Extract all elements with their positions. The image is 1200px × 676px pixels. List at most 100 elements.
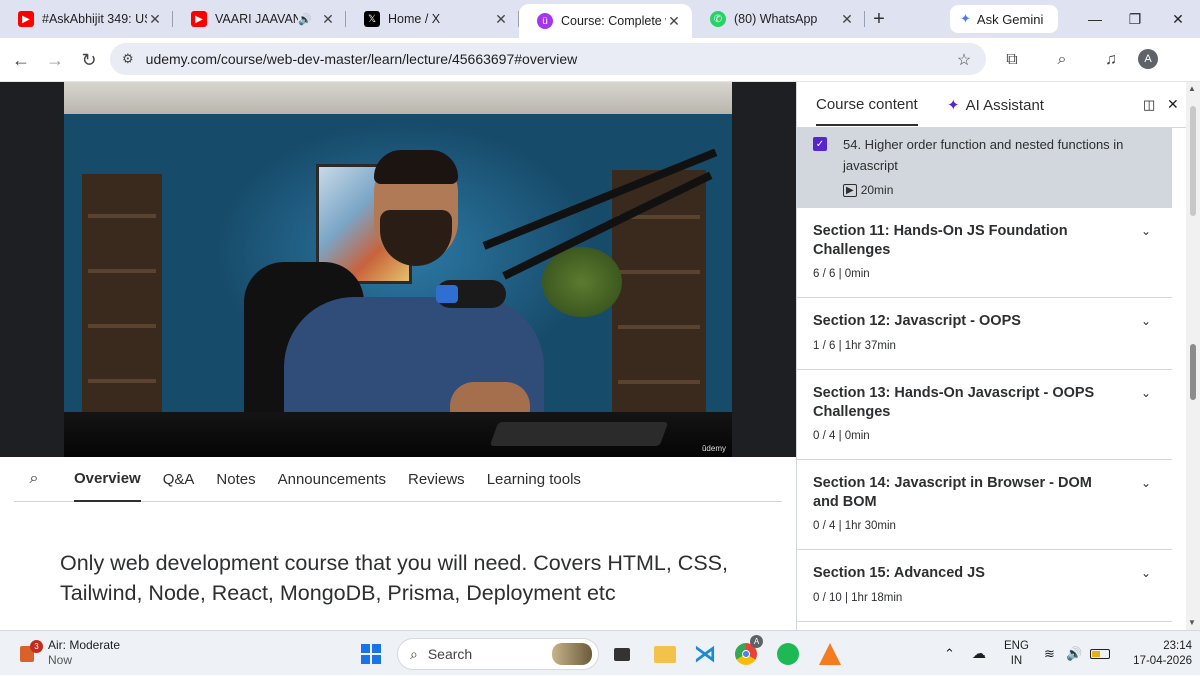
whatsapp-icon: ✆ — [710, 11, 726, 27]
close-icon[interactable]: ✕ — [147, 11, 163, 28]
tab-ai-assistant[interactable]: ✦ AI Assistant — [947, 96, 1044, 115]
speaker-icon[interactable]: 🔊 — [298, 13, 312, 26]
search-highlight-image — [552, 643, 592, 665]
section-title: Section 14: Javascript in Browser - DOM … — [813, 475, 1092, 510]
restore-button[interactable]: ❐ — [1115, 0, 1155, 38]
wifi-icon[interactable]: ≋ — [1044, 631, 1055, 676]
chevron-down-icon[interactable]: ⌄ — [1138, 223, 1154, 239]
onedrive-icon[interactable]: ☁ — [972, 631, 986, 676]
new-tab-button[interactable]: + — [865, 0, 893, 38]
task-view-icon[interactable] — [607, 639, 637, 669]
microphone-ring — [436, 285, 458, 303]
udemy-icon: ü — [537, 13, 553, 29]
windows-taskbar: 3 Air: Moderate Now ⌕ Search ⋊ A ⌃ ☁ ENG… — [0, 630, 1200, 675]
scroll-down-icon[interactable]: ▼ — [1188, 618, 1196, 627]
section-item[interactable]: Section 15: Advanced JS 0 / 10 | 1hr 18m… — [797, 550, 1172, 622]
chevron-down-icon[interactable]: ⌄ — [1138, 313, 1154, 329]
spotify-icon[interactable] — [773, 639, 803, 669]
lecture-tabs: ⌕ Overview Q&A Notes Announcements Revie… — [14, 457, 782, 502]
section-item[interactable]: Section 14: Javascript in Browser - DOM … — [797, 460, 1172, 550]
show-hidden-icons[interactable]: ⌃ — [944, 631, 955, 676]
lecture-complete-checkbox[interactable]: ✓ — [813, 137, 827, 151]
section-item[interactable]: Section 12: Javascript - OOPS 1 / 6 | 1h… — [797, 298, 1172, 370]
chevron-down-icon[interactable]: ⌄ — [1138, 475, 1154, 491]
video-scene-keyboard — [489, 422, 669, 446]
clock-date: 17-04-2026 — [1133, 655, 1192, 667]
tab-overview[interactable]: Overview — [74, 457, 141, 502]
expand-panel-icon[interactable]: ◫ — [1143, 97, 1155, 113]
battery-icon[interactable] — [1090, 631, 1110, 676]
video-frame[interactable]: ûdemy — [64, 82, 732, 457]
section-meta: 6 / 6 | 0min — [813, 268, 870, 280]
gemini-label: Ask Gemini — [976, 11, 1044, 27]
profile-avatar[interactable]: A — [1138, 49, 1158, 69]
volume-icon[interactable]: 🔊 — [1066, 631, 1082, 676]
system-clock[interactable]: 23:14 17-04-2026 — [1122, 639, 1192, 669]
search-icon[interactable]: ⌕ — [14, 457, 54, 502]
current-lecture-item[interactable]: ✓ 54. Higher order function and nested f… — [797, 128, 1172, 208]
file-explorer-icon[interactable] — [650, 639, 680, 669]
scrollbar-thumb[interactable] — [1190, 106, 1196, 216]
site-info-icon[interactable]: ⚙ — [122, 51, 134, 67]
close-panel-icon[interactable]: ✕ — [1167, 96, 1179, 113]
section-item[interactable]: Section 11: Hands-On JS Foundation Chall… — [797, 208, 1172, 298]
extensions-icon[interactable]: ⧉ — [1001, 49, 1023, 71]
forward-button[interactable]: → — [44, 49, 66, 71]
url-bar[interactable]: ⚙ udemy.com/course/web-dev-master/learn/… — [110, 43, 986, 75]
windows-start-icon[interactable] — [356, 639, 386, 669]
back-button[interactable]: ← — [10, 49, 32, 71]
video-scene-shelf — [612, 170, 706, 420]
vscode-icon[interactable]: ⋊ — [690, 639, 720, 669]
tab-reviews[interactable]: Reviews — [408, 457, 465, 502]
close-icon[interactable]: ✕ — [839, 11, 855, 28]
course-content-panel: Course content ✦ AI Assistant ◫ ✕ ✓ 54. … — [796, 82, 1200, 630]
chevron-down-icon[interactable]: ⌄ — [1138, 565, 1154, 581]
air-quality-icon: 3 — [18, 640, 43, 664]
vlc-icon[interactable] — [815, 639, 845, 669]
section-title: Section 15: Advanced JS — [813, 565, 985, 581]
taskbar-search[interactable]: ⌕ Search — [397, 638, 599, 670]
browser-tab[interactable]: ▶ #AskAbhijit 349: US-I ✕ — [0, 0, 173, 38]
window-close-button[interactable]: ✕ — [1158, 0, 1198, 38]
scrollbar-thumb-secondary[interactable] — [1190, 344, 1196, 400]
course-description: Only web development course that you wil… — [60, 551, 728, 605]
tab-title: Home / X — [388, 12, 441, 26]
browser-tab-active[interactable]: ü Course: Complete we ✕ — [519, 4, 692, 38]
language-indicator[interactable]: ENG IN — [1004, 631, 1029, 676]
google-lens-icon[interactable]: ⌕ — [1051, 49, 1073, 71]
close-icon[interactable]: ✕ — [666, 13, 682, 30]
tab-learning-tools[interactable]: Learning tools — [487, 457, 581, 502]
scroll-up-icon[interactable]: ▲ — [1188, 84, 1196, 93]
chrome-icon[interactable]: A — [731, 635, 763, 669]
panel-scrollbar[interactable]: ▲ ▼ — [1186, 82, 1200, 630]
tab-notes[interactable]: Notes — [216, 457, 255, 502]
udemy-watermark: ûdemy — [701, 444, 726, 453]
video-play-icon: ▶ — [843, 183, 857, 197]
ask-gemini-button[interactable]: ✦ Ask Gemini — [950, 5, 1058, 33]
chrome-profile-badge: A — [750, 635, 763, 648]
close-icon[interactable]: ✕ — [493, 11, 509, 28]
gemini-icon: ✦ — [960, 11, 971, 26]
weather-badge: 3 — [30, 640, 43, 653]
instructor-hair — [374, 150, 458, 184]
browser-tab[interactable]: ▶ VAARI JAAVAN (F 🔊 ✕ — [173, 0, 346, 38]
media-controls-icon[interactable]: ♫ — [1100, 49, 1122, 71]
url-text: udemy.com/course/web-dev-master/learn/le… — [145, 51, 578, 67]
tab-qa[interactable]: Q&A — [163, 457, 195, 502]
tab-course-content[interactable]: Course content — [816, 96, 918, 126]
video-scene-ceiling — [64, 82, 732, 114]
close-icon[interactable]: ✕ — [320, 11, 336, 28]
section-item[interactable]: Section 13: Hands-On Javascript - OOPS C… — [797, 370, 1172, 460]
tab-announcements[interactable]: Announcements — [278, 457, 386, 502]
section-meta: 0 / 10 | 1hr 18min — [813, 592, 903, 604]
minimize-button[interactable]: — — [1075, 0, 1115, 38]
tab-title: VAARI JAAVAN (F — [215, 12, 299, 26]
browser-tab[interactable]: 𝕏 Home / X ✕ — [346, 0, 519, 38]
weather-widget[interactable]: 3 Air: Moderate Now — [18, 638, 120, 668]
browser-tab[interactable]: ✆ (80) WhatsApp ✕ — [692, 0, 865, 38]
chevron-down-icon[interactable]: ⌄ — [1138, 385, 1154, 401]
tab-title: Course: Complete we — [561, 14, 666, 28]
bookmark-star-icon[interactable]: ☆ — [953, 49, 975, 71]
section-meta: 0 / 4 | 0min — [813, 430, 870, 442]
reload-button[interactable]: ↻ — [78, 49, 100, 71]
